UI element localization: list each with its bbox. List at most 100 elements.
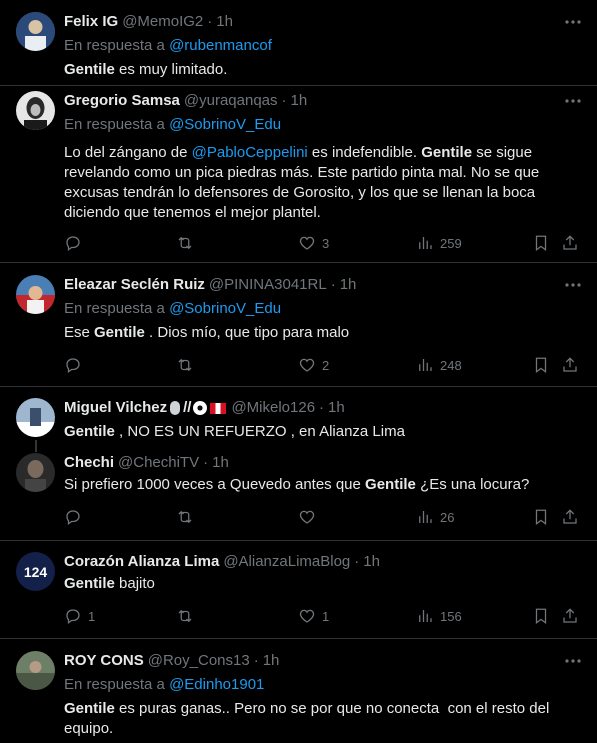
reply-button[interactable]: 1 [64,606,95,626]
heart-icon [299,609,315,623]
like-count: 1 [322,608,330,624]
more-options-icon[interactable] [563,12,583,32]
display-name[interactable]: Chechi [64,453,114,473]
tweet-text: Ese Gentile . Dios mío, que tipo para ma… [64,323,581,343]
share-button[interactable] [561,507,579,527]
views-button[interactable]: 156 [416,606,462,626]
timestamp[interactable]: 1h [263,651,280,671]
share-icon [563,357,577,372]
share-button[interactable] [561,355,579,375]
reply-prefix: En respuesta a [64,300,165,317]
bookmark-icon [535,608,547,625]
user-handle[interactable]: @ChechiTV [118,453,199,473]
reply-icon [66,510,80,526]
avatar[interactable] [16,12,55,51]
tweet-text-part: Si prefiero 1000 veces a Quevedo antes q… [64,476,366,493]
display-name[interactable]: Corazón Alianza Lima [64,552,219,572]
divider [0,540,597,541]
tweet-miguel[interactable]: Miguel Vilchez // @Mikelo126 · 1h Gentil… [0,398,597,443]
analytics-icon [419,359,432,371]
display-name[interactable]: Miguel Vilchez [64,398,167,418]
repost-button[interactable] [176,355,194,375]
like-button[interactable]: 1 [298,606,329,626]
bookmark-icon [535,357,547,374]
user-handle[interactable]: @PININA3041RL [209,275,327,295]
keyword-highlight: Gentile [64,575,115,592]
user-handle[interactable]: @yuraqanqas [184,91,278,111]
bookmark-button[interactable] [532,507,550,527]
avatar[interactable] [16,91,55,130]
timestamp[interactable]: 1h [216,12,233,32]
avatar[interactable]: 124 [16,552,55,591]
tweet-text-part: bajito [114,575,155,592]
peru-flag-icon [210,402,227,414]
views-button[interactable]: 26 [416,507,454,527]
tweet-felix[interactable]: Felix IG @MemoIG2 · 1h En respuesta a @r… [0,12,597,82]
tweet-text-part: Lo del zángano de [64,144,192,161]
tweet-corazon-alianza[interactable]: 124 Corazón Alianza Lima @AlianzaLimaBlo… [0,552,597,632]
like-button[interactable]: 2 [298,355,329,375]
avatar[interactable] [16,453,55,492]
reply-icon [66,358,80,374]
avatar[interactable] [16,275,55,314]
like-button[interactable]: 3 [298,233,329,253]
like-button[interactable] [298,507,316,527]
reply-button[interactable] [64,233,82,253]
repost-button[interactable] [176,233,194,253]
timestamp[interactable]: 1h [328,398,345,418]
views-button[interactable]: 248 [416,355,462,375]
share-button[interactable] [561,606,579,626]
reply-icon [66,609,80,625]
reply-mention-link[interactable]: @SobrinoV_Edu [169,300,281,317]
share-icon [563,509,577,524]
timestamp[interactable]: 1h [291,91,308,111]
reply-context: En respuesta a @rubenmancof [64,36,581,56]
display-name[interactable]: Felix IG [64,12,118,32]
analytics-icon [419,511,432,523]
avatar[interactable] [16,398,55,437]
tweet-text-part: es indefendible. [307,144,422,161]
timestamp[interactable]: 1h [340,275,357,295]
tweet-gregorio[interactable]: Gregorio Samsa @yuraqanqas · 1h En respu… [0,91,597,253]
reply-prefix: En respuesta a [64,37,165,54]
bookmark-button[interactable] [532,606,550,626]
timestamp[interactable]: 1h [363,552,380,572]
more-options-icon[interactable] [563,275,583,295]
reply-mention-link[interactable]: @Edinho1901 [169,676,264,693]
bookmark-button[interactable] [532,233,550,253]
separator-dot: · [203,454,209,471]
inline-mention-link[interactable]: @PabloCeppelini [192,144,308,161]
bookmark-button[interactable] [532,355,550,375]
display-name[interactable]: Eleazar Seclén Ruiz [64,275,205,295]
tweet-chechi[interactable]: Chechi @ChechiTV · 1h Si prefiero 1000 v… [0,453,597,533]
share-button[interactable] [561,233,579,253]
more-options-icon[interactable] [563,91,583,111]
tweet-text-part: Ese [64,324,95,341]
display-name[interactable]: Gregorio Samsa [64,91,180,111]
views-button[interactable]: 259 [416,233,462,253]
analytics-icon [419,610,432,622]
tweet-text: Lo del zángano de @PabloCeppelini es ind… [64,143,581,223]
tweet-eleazar[interactable]: Eleazar Seclén Ruiz @PININA3041RL · 1h E… [0,275,597,375]
tweet-roy-cons[interactable]: ROY CONS @Roy_Cons13 · 1h En respuesta a… [0,651,597,743]
tweet-text-part: ¿Es una locura? [415,476,530,493]
user-handle[interactable]: @MemoIG2 [122,12,203,32]
avatar[interactable] [16,651,55,690]
user-handle[interactable]: @Mikelo126 [231,398,315,418]
reply-mention-link[interactable]: @rubenmancof [169,37,272,54]
reply-button[interactable] [64,355,82,375]
heart-icon [299,510,315,524]
repost-button[interactable] [176,507,194,527]
reply-mention-link[interactable]: @SobrinoV_Edu [169,116,281,133]
timestamp[interactable]: 1h [212,453,229,473]
user-handle[interactable]: @AlianzaLimaBlog [223,552,350,572]
user-handle[interactable]: @Roy_Cons13 [148,651,250,671]
divider [0,85,597,86]
repost-button[interactable] [176,606,194,626]
reply-button[interactable] [64,507,82,527]
more-options-icon[interactable] [563,651,583,671]
repost-icon [178,510,192,524]
analytics-icon [419,237,432,249]
name-suffix: // [183,399,192,416]
display-name[interactable]: ROY CONS [64,651,144,671]
